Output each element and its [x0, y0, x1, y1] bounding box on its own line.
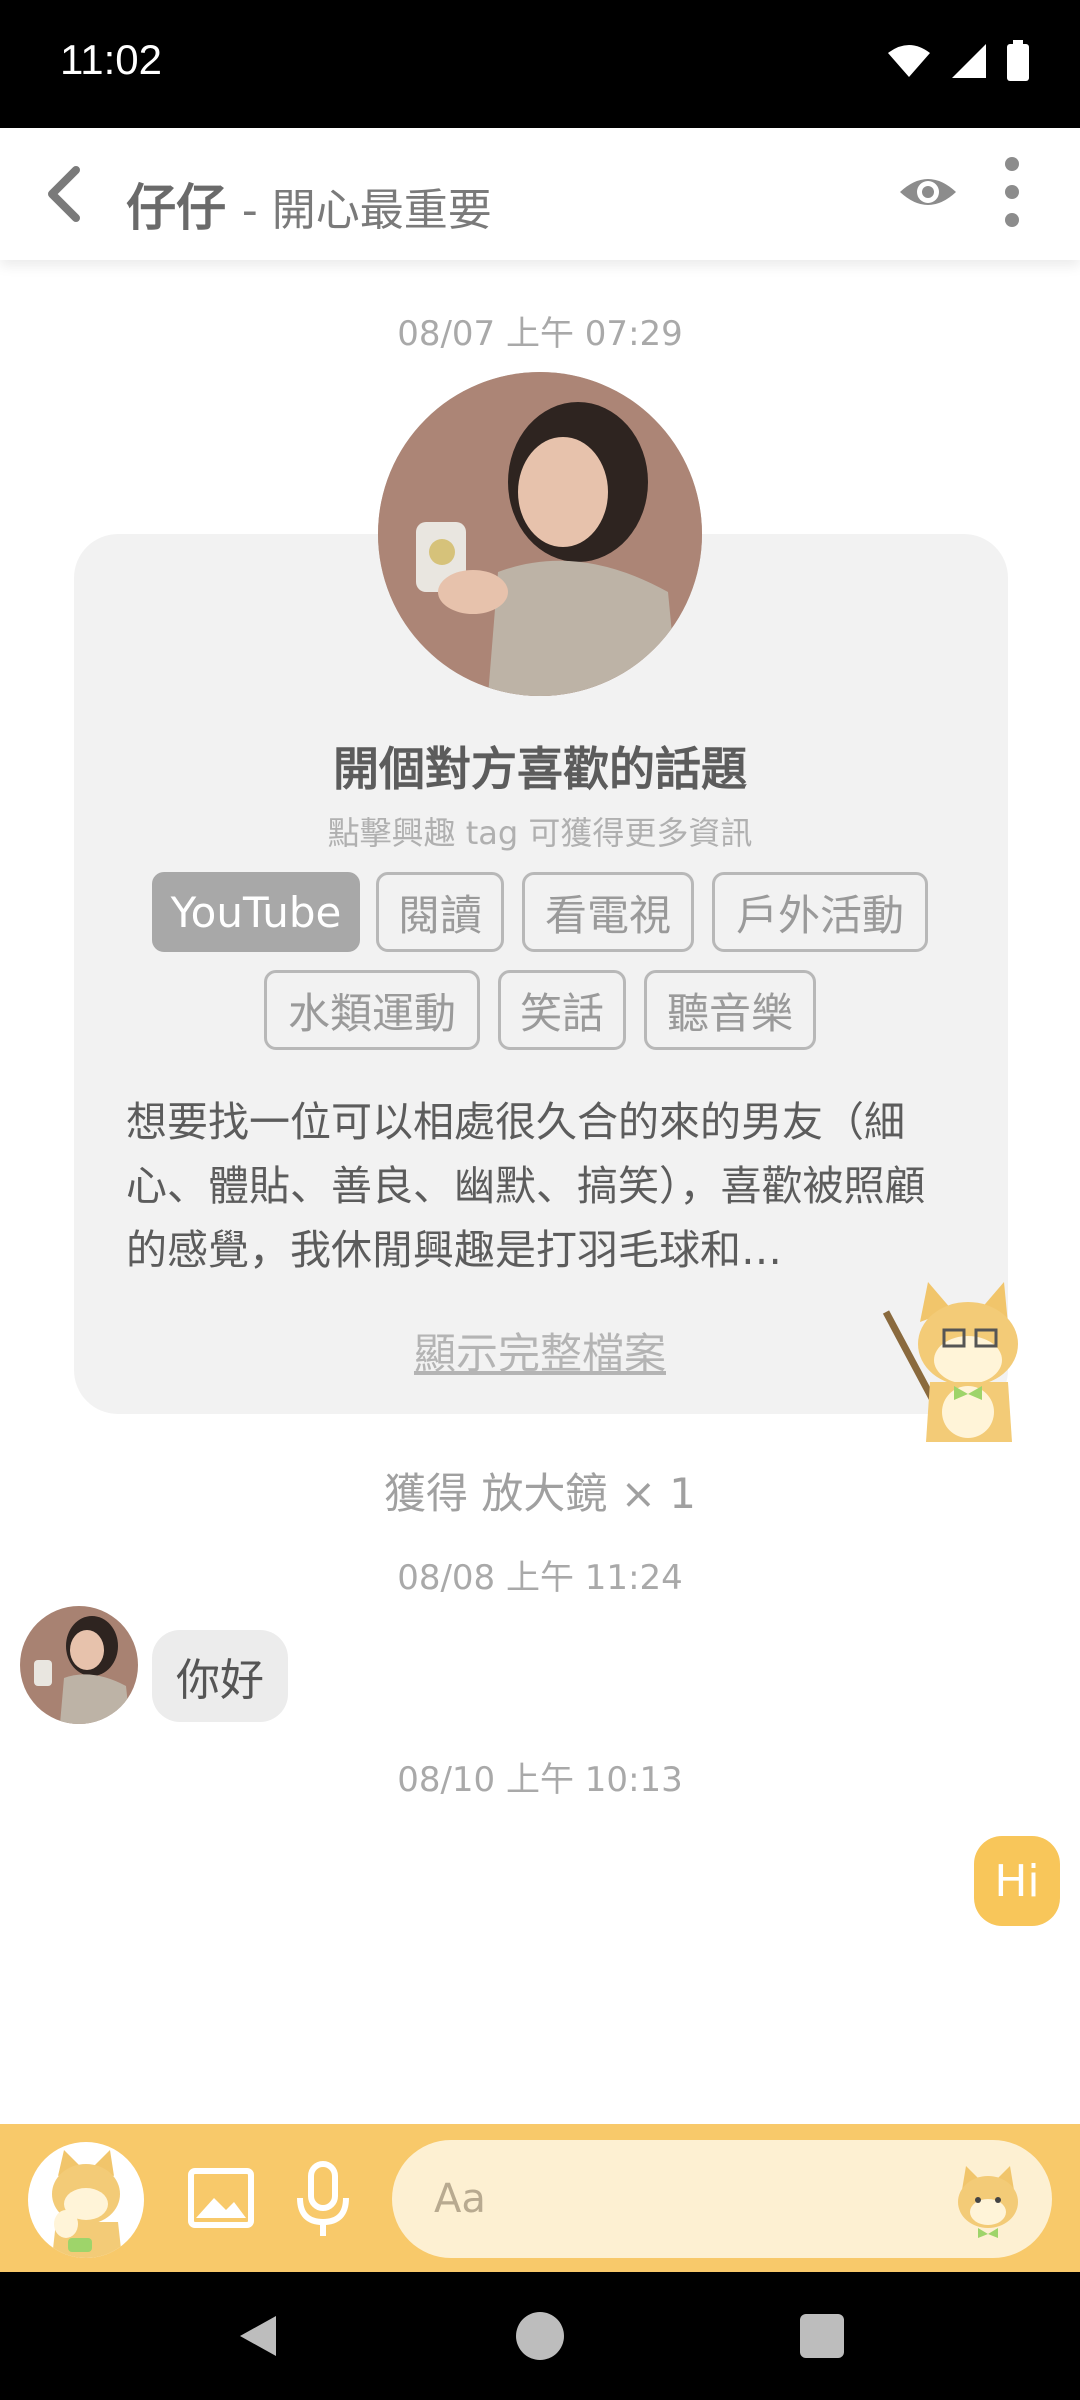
chat-title: 仔仔 - 開心最重要 — [126, 168, 492, 240]
battery-icon — [1007, 40, 1029, 81]
image-icon[interactable] — [188, 2168, 254, 2228]
card-title: 開個對方喜歡的話題 — [333, 742, 747, 796]
card-subtitle: 點擊興趣 tag 可獲得更多資訊 — [327, 814, 753, 852]
tag-reading[interactable]: 閱讀 — [376, 872, 504, 952]
reward-text: 獲得 放大鏡 × 1 — [384, 1469, 696, 1518]
more-options-icon[interactable] — [990, 150, 1034, 234]
nav-home-icon[interactable] — [516, 2312, 564, 2360]
shiba-emoji-icon[interactable] — [948, 2160, 1028, 2240]
back-button[interactable] — [36, 158, 92, 230]
composer-bar: Aa — [0, 2124, 1080, 2272]
system-nav-bar — [0, 2272, 1080, 2400]
incoming-message-bubble: 你好 — [152, 1630, 288, 1722]
tag-jokes[interactable]: 笑話 — [498, 970, 626, 1050]
status-icons — [886, 40, 1030, 82]
nav-recents-icon[interactable] — [800, 2314, 844, 2358]
outgoing-message-bubble: Hi — [974, 1836, 1060, 1926]
signal-icon — [952, 44, 986, 78]
sticker-button[interactable] — [28, 2142, 144, 2258]
status-time: 11:02 — [60, 36, 162, 83]
contact-avatar[interactable] — [20, 1606, 138, 1724]
profile-avatar[interactable] — [378, 372, 702, 696]
tag-music[interactable]: 聽音樂 — [644, 970, 816, 1050]
wifi-icon — [888, 45, 930, 77]
timestamp: 08/08 上午 11:24 — [397, 1558, 683, 1598]
eye-icon[interactable] — [896, 160, 960, 224]
contact-status: - 開心最重要 — [241, 185, 492, 236]
profile-bio: 想要找一位可以相處很久合的來的男友（細心、體貼、善良、幽默、搞笑），喜歡被照顧的… — [126, 1098, 926, 1274]
tag-tv[interactable]: 看電視 — [522, 872, 694, 952]
tag-youtube[interactable]: YouTube — [152, 872, 360, 952]
nav-back-icon[interactable] — [236, 2312, 280, 2360]
tag-outdoor[interactable]: 戶外活動 — [712, 872, 928, 952]
shiba-sticker-icon — [52, 2150, 122, 2258]
microphone-icon[interactable] — [292, 2160, 354, 2240]
shiba-mascot-icon — [882, 1282, 1018, 1442]
timestamp: 08/07 上午 07:29 — [397, 314, 683, 354]
tag-water-sports[interactable]: 水類運動 — [264, 970, 480, 1050]
chevron-left-icon — [48, 166, 80, 222]
contact-name: 仔仔 — [126, 179, 226, 237]
timestamp: 08/10 上午 10:13 — [397, 1760, 683, 1800]
status-bar: 11:02 — [0, 0, 1080, 128]
